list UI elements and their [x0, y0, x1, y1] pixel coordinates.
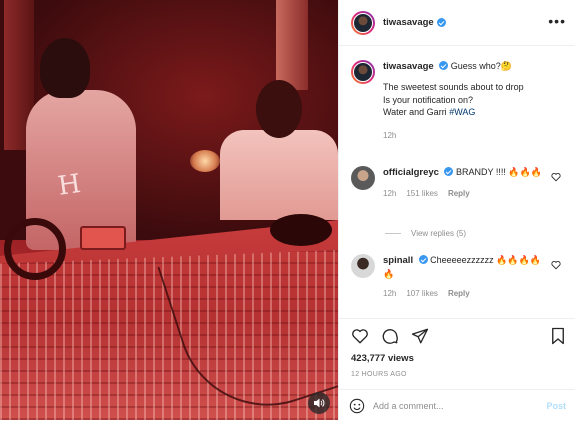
- lamp-glow: [190, 150, 220, 172]
- verified-badge-icon: [444, 167, 454, 176]
- post-comment-button[interactable]: Post: [546, 401, 566, 411]
- caption-timestamp[interactable]: 12h: [383, 129, 524, 142]
- post-side-panel: tiwasavage ••• tiwasavage Guess who?🤔 Th…: [338, 0, 575, 420]
- audio-device: [80, 226, 126, 250]
- commenter-avatar[interactable]: [351, 254, 375, 278]
- caption-line: The sweetest sounds about to drop: [383, 82, 524, 92]
- caption-first-line: Guess who?🤔: [450, 61, 512, 71]
- hashtag-link[interactable]: #WAG: [449, 107, 475, 117]
- post-actions: 423,777 views 12 HOURS AGO Post: [339, 318, 575, 420]
- like-heart-icon[interactable]: [351, 327, 369, 345]
- post-video[interactable]: H: [0, 0, 338, 420]
- post-header: tiwasavage •••: [339, 0, 575, 46]
- comment-item: officialgreyc BRANDY !!!! 🔥🔥🔥 12h 151 li…: [351, 166, 571, 200]
- man-head: [256, 80, 302, 138]
- view-replies-button[interactable]: View replies (5): [385, 229, 466, 238]
- comment-timestamp[interactable]: 12h: [383, 188, 396, 201]
- verified-badge-icon: [418, 255, 428, 264]
- reply-button[interactable]: Reply: [448, 288, 470, 301]
- emoji-smiley-icon[interactable]: [349, 398, 365, 414]
- add-comment-bar: Post: [339, 389, 575, 421]
- commenter-username[interactable]: spinall: [383, 255, 413, 266]
- verified-badge-icon: [436, 18, 446, 27]
- like-comment-heart-icon[interactable]: [551, 172, 561, 182]
- headphones: [4, 218, 66, 280]
- comment-bubble-icon[interactable]: [381, 327, 399, 345]
- commenter-avatar[interactable]: [351, 166, 375, 190]
- woman-head: [40, 38, 90, 98]
- instagram-post: H tiwasavage ••• tiwasavage Guess who?🤔 …: [0, 0, 575, 420]
- comment-likes[interactable]: 151 likes: [406, 188, 438, 201]
- comment-likes[interactable]: 107 likes: [406, 288, 438, 301]
- verified-badge-icon: [439, 61, 449, 70]
- add-comment-input[interactable]: [373, 400, 547, 411]
- towel-lettering: H: [56, 168, 89, 202]
- post-timestamp[interactable]: 12 HOURS AGO: [351, 371, 407, 378]
- comment-text: BRANDY !!!! 🔥🔥🔥: [456, 167, 542, 177]
- view-count[interactable]: 423,777 views: [351, 353, 414, 364]
- mute-button[interactable]: [308, 392, 330, 414]
- like-comment-heart-icon[interactable]: [551, 260, 561, 270]
- share-paper-plane-icon[interactable]: [411, 327, 429, 345]
- computer-mouse: [270, 214, 332, 246]
- caption-username[interactable]: tiwasavage: [383, 61, 434, 72]
- caption-avatar[interactable]: [351, 60, 375, 84]
- view-replies-label: View replies (5): [411, 229, 466, 238]
- post-caption: tiwasavage Guess who?🤔 The sweetest soun…: [351, 60, 571, 142]
- author-avatar[interactable]: [351, 10, 375, 35]
- more-options-button[interactable]: •••: [548, 13, 566, 29]
- man-figure: [220, 130, 338, 220]
- save-bookmark-icon[interactable]: [550, 327, 566, 345]
- divider-line: [385, 233, 401, 234]
- commenter-username[interactable]: officialgreyc: [383, 167, 439, 178]
- author-username[interactable]: tiwasavage: [383, 17, 434, 28]
- caption-line: Water and Garri: [383, 107, 450, 117]
- comment-timestamp[interactable]: 12h: [383, 288, 396, 301]
- comment-item: spinall Cheeeeezzzzzz 🔥🔥🔥🔥🔥 12h 107 like…: [351, 254, 571, 301]
- speaker-icon: [314, 398, 325, 408]
- reply-button[interactable]: Reply: [448, 188, 470, 201]
- wall-panel: [276, 0, 308, 90]
- caption-line: Is your notification on?: [383, 94, 474, 105]
